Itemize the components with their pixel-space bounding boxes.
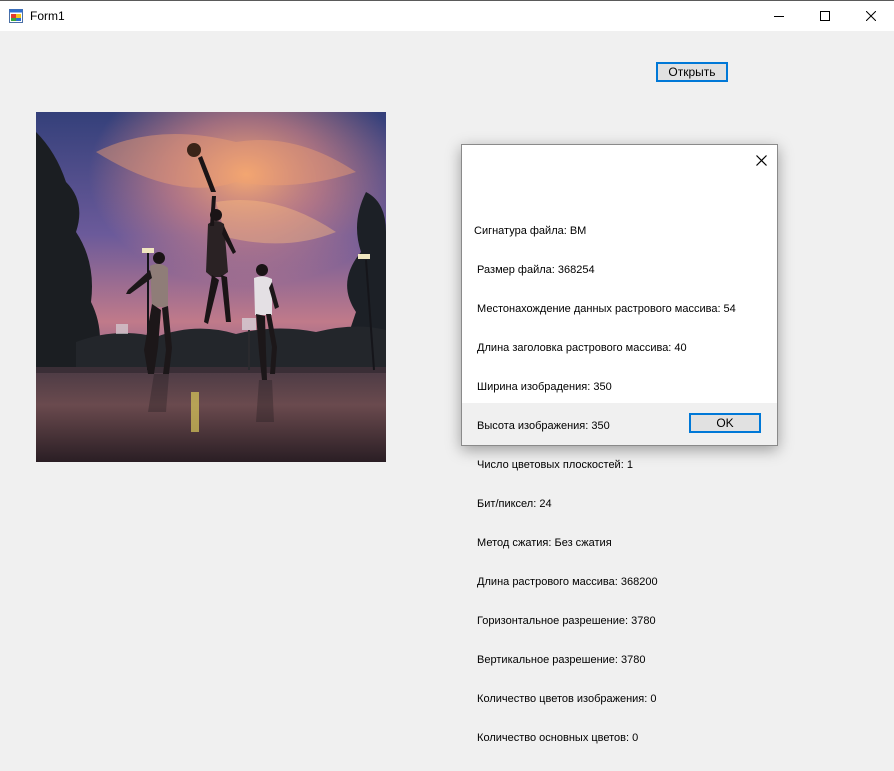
minimize-icon <box>774 16 784 17</box>
dialog-content: Сигнатура файла: BM Размер файла: 368254… <box>462 145 777 744</box>
message-line: Горизонтальное разрешение: 3780 <box>474 615 656 627</box>
ok-button[interactable]: OK <box>689 413 761 433</box>
message-line: Длина заголовка растрового массива: 40 <box>474 342 687 354</box>
basketball-photo <box>36 112 386 462</box>
maximize-button[interactable] <box>802 1 848 31</box>
window-title: Form1 <box>30 9 65 23</box>
dialog-close-button[interactable] <box>752 151 770 169</box>
picture-box <box>36 112 386 462</box>
message-line: Число цветовых плоскостей: 1 <box>474 459 633 471</box>
close-button[interactable] <box>848 1 894 31</box>
message-line: Длина растрового массива: 368200 <box>474 576 658 588</box>
title-bar: Form1 <box>0 0 894 31</box>
close-icon <box>755 154 767 166</box>
message-line: Метод сжатия: Без сжатия <box>474 537 612 549</box>
file-info-dialog: Сигнатура файла: BM Размер файла: 368254… <box>461 144 778 744</box>
close-icon <box>866 11 876 21</box>
message-text: Сигнатура файла: BM Размер файла: 368254… <box>474 199 772 771</box>
minimize-button[interactable] <box>756 1 802 31</box>
message-line: Ширина изобрадения: 350 <box>474 381 612 393</box>
message-line: Количество цветов изображения: 0 <box>474 693 657 705</box>
message-line: Количество основных цветов: 0 <box>474 732 639 744</box>
maximize-icon <box>820 11 830 21</box>
app-form-icon <box>9 9 23 23</box>
message-line: Местонахождение данных растрового массив… <box>474 303 736 315</box>
message-line: Бит/пиксел: 24 <box>474 498 552 510</box>
message-line: Размер файла: 368254 <box>474 264 595 276</box>
message-line: Вертикальное разрешение: 3780 <box>474 654 646 666</box>
message-line: Сигнатура файла: BM <box>474 225 587 237</box>
open-button[interactable]: Открыть <box>656 62 728 82</box>
